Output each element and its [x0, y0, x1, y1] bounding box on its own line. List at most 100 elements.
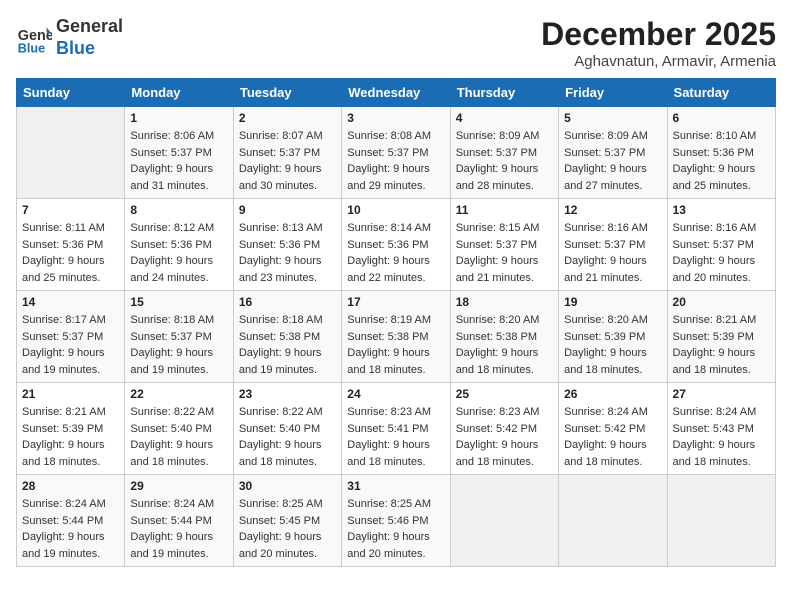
day-number: 17 [347, 295, 444, 309]
calendar-cell: 6 Sunrise: 8:10 AMSunset: 5:36 PMDaylight… [667, 107, 775, 199]
cell-detail: Sunrise: 8:15 AMSunset: 5:37 PMDaylight:… [456, 220, 553, 286]
day-number: 28 [22, 479, 119, 493]
day-number: 4 [456, 111, 553, 125]
calendar-cell: 24 Sunrise: 8:23 AMSunset: 5:41 PMDayligh… [342, 383, 450, 475]
calendar-cell: 30Sunrise: 8:25 AMSunset: 5:45 PMDayligh… [233, 475, 341, 567]
cell-detail: Sunrise: 8:14 AMSunset: 5:36 PMDaylight:… [347, 220, 444, 286]
day-number: 1 [130, 111, 227, 125]
calendar-cell: 17Sunrise: 8:19 AMSunset: 5:38 PMDayligh… [342, 291, 450, 383]
cell-detail: Sunrise: 8:24 AMSunset: 5:42 PMDaylight:… [564, 404, 661, 470]
day-number: 2 [239, 111, 336, 125]
cell-detail: Sunrise: 8:23 AMSunset: 5:41 PMDaylight:… [347, 404, 444, 470]
cell-detail: Sunrise: 8:16 AMSunset: 5:37 PMDaylight:… [564, 220, 661, 286]
day-number: 10 [347, 203, 444, 217]
day-number: 27 [673, 387, 770, 401]
day-number: 8 [130, 203, 227, 217]
title-block: December 2025 Aghavnatun, Armavir, Armen… [541, 16, 776, 70]
cell-detail: Sunrise: 8:09 AMSunset: 5:37 PMDaylight:… [564, 128, 661, 194]
calendar-cell: 16 Sunrise: 8:18 AMSunset: 5:38 PMDayligh… [233, 291, 341, 383]
day-number: 18 [456, 295, 553, 309]
calendar-cell: 26 Sunrise: 8:24 AMSunset: 5:42 PMDayligh… [559, 383, 667, 475]
cell-detail: Sunrise: 8:07 AMSunset: 5:37 PMDaylight:… [239, 128, 336, 194]
location-title: Aghavnatun, Armavir, Armenia [541, 53, 776, 70]
page-header: General Blue General Blue December 2025 … [16, 16, 776, 70]
day-number: 6 [673, 111, 770, 125]
cell-detail: Sunrise: 8:13 AMSunset: 5:36 PMDaylight:… [239, 220, 336, 286]
month-title: December 2025 [541, 16, 776, 53]
calendar-cell: 23 Sunrise: 8:22 AMSunset: 5:40 PMDayligh… [233, 383, 341, 475]
calendar-cell: 7 Sunrise: 8:11 AMSunset: 5:36 PMDaylight… [17, 199, 125, 291]
calendar-cell: 13Sunrise: 8:16 AMSunset: 5:37 PMDayligh… [667, 199, 775, 291]
calendar-cell [450, 475, 558, 567]
cell-detail: Sunrise: 8:24 AMSunset: 5:44 PMDaylight:… [130, 496, 227, 562]
calendar-cell: 18Sunrise: 8:20 AMSunset: 5:38 PMDayligh… [450, 291, 558, 383]
day-number: 3 [347, 111, 444, 125]
calendar-cell: 27 Sunrise: 8:24 AMSunset: 5:43 PMDayligh… [667, 383, 775, 475]
header-saturday: Saturday [667, 79, 775, 107]
cell-detail: Sunrise: 8:25 AMSunset: 5:45 PMDaylight:… [239, 496, 336, 562]
calendar-cell: 2 Sunrise: 8:07 AMSunset: 5:37 PMDaylight… [233, 107, 341, 199]
day-number: 5 [564, 111, 661, 125]
calendar-cell: 29Sunrise: 8:24 AMSunset: 5:44 PMDayligh… [125, 475, 233, 567]
calendar-cell: 5 Sunrise: 8:09 AMSunset: 5:37 PMDaylight… [559, 107, 667, 199]
day-number: 20 [673, 295, 770, 309]
logo-icon: General Blue [16, 20, 52, 56]
calendar-cell: 19 Sunrise: 8:20 AMSunset: 5:39 PMDayligh… [559, 291, 667, 383]
cell-detail: Sunrise: 8:20 AMSunset: 5:39 PMDaylight:… [564, 312, 661, 378]
calendar-cell: 28Sunrise: 8:24 AMSunset: 5:44 PMDayligh… [17, 475, 125, 567]
day-number: 14 [22, 295, 119, 309]
day-number: 19 [564, 295, 661, 309]
day-number: 23 [239, 387, 336, 401]
calendar-body: 1Sunrise: 8:06 AMSunset: 5:37 PMDaylight… [17, 107, 776, 567]
calendar-cell: 15 Sunrise: 8:18 AMSunset: 5:37 PMDayligh… [125, 291, 233, 383]
cell-detail: Sunrise: 8:18 AMSunset: 5:38 PMDaylight:… [239, 312, 336, 378]
cell-detail: Sunrise: 8:10 AMSunset: 5:36 PMDaylight:… [673, 128, 770, 194]
cell-detail: Sunrise: 8:09 AMSunset: 5:37 PMDaylight:… [456, 128, 553, 194]
calendar-cell: 12 Sunrise: 8:16 AMSunset: 5:37 PMDayligh… [559, 199, 667, 291]
day-number: 7 [22, 203, 119, 217]
calendar-cell: 25Sunrise: 8:23 AMSunset: 5:42 PMDayligh… [450, 383, 558, 475]
calendar-cell: 11 Sunrise: 8:15 AMSunset: 5:37 PMDayligh… [450, 199, 558, 291]
logo-general: General [56, 16, 123, 38]
calendar-header-row: SundayMondayTuesdayWednesdayThursdayFrid… [17, 79, 776, 107]
day-number: 24 [347, 387, 444, 401]
calendar-week-3: 21Sunrise: 8:21 AMSunset: 5:39 PMDayligh… [17, 383, 776, 475]
cell-detail: Sunrise: 8:11 AMSunset: 5:36 PMDaylight:… [22, 220, 119, 286]
calendar-cell: 8 Sunrise: 8:12 AMSunset: 5:36 PMDaylight… [125, 199, 233, 291]
cell-detail: Sunrise: 8:22 AMSunset: 5:40 PMDaylight:… [239, 404, 336, 470]
cell-detail: Sunrise: 8:25 AMSunset: 5:46 PMDaylight:… [347, 496, 444, 562]
header-friday: Friday [559, 79, 667, 107]
calendar-cell [17, 107, 125, 199]
calendar-cell: 22 Sunrise: 8:22 AMSunset: 5:40 PMDayligh… [125, 383, 233, 475]
calendar-cell [559, 475, 667, 567]
cell-detail: Sunrise: 8:21 AMSunset: 5:39 PMDaylight:… [22, 404, 119, 470]
header-monday: Monday [125, 79, 233, 107]
cell-detail: Sunrise: 8:18 AMSunset: 5:37 PMDaylight:… [130, 312, 227, 378]
header-thursday: Thursday [450, 79, 558, 107]
logo: General Blue General Blue [16, 16, 123, 59]
header-sunday: Sunday [17, 79, 125, 107]
calendar-cell: 1Sunrise: 8:06 AMSunset: 5:37 PMDaylight… [125, 107, 233, 199]
day-number: 15 [130, 295, 227, 309]
calendar-week-0: 1Sunrise: 8:06 AMSunset: 5:37 PMDaylight… [17, 107, 776, 199]
day-number: 25 [456, 387, 553, 401]
calendar-cell: 20Sunrise: 8:21 AMSunset: 5:39 PMDayligh… [667, 291, 775, 383]
calendar-cell: 14 Sunrise: 8:17 AMSunset: 5:37 PMDayligh… [17, 291, 125, 383]
logo-blue: Blue [56, 38, 123, 60]
cell-detail: Sunrise: 8:12 AMSunset: 5:36 PMDaylight:… [130, 220, 227, 286]
cell-detail: Sunrise: 8:24 AMSunset: 5:43 PMDaylight:… [673, 404, 770, 470]
cell-detail: Sunrise: 8:08 AMSunset: 5:37 PMDaylight:… [347, 128, 444, 194]
calendar-week-1: 7 Sunrise: 8:11 AMSunset: 5:36 PMDaylight… [17, 199, 776, 291]
calendar-cell [667, 475, 775, 567]
day-number: 22 [130, 387, 227, 401]
day-number: 13 [673, 203, 770, 217]
cell-detail: Sunrise: 8:17 AMSunset: 5:37 PMDaylight:… [22, 312, 119, 378]
day-number: 16 [239, 295, 336, 309]
day-number: 12 [564, 203, 661, 217]
cell-detail: Sunrise: 8:22 AMSunset: 5:40 PMDaylight:… [130, 404, 227, 470]
day-number: 26 [564, 387, 661, 401]
calendar-cell: 3 Sunrise: 8:08 AMSunset: 5:37 PMDaylight… [342, 107, 450, 199]
day-number: 11 [456, 203, 553, 217]
calendar-week-2: 14 Sunrise: 8:17 AMSunset: 5:37 PMDayligh… [17, 291, 776, 383]
svg-text:Blue: Blue [18, 41, 45, 55]
